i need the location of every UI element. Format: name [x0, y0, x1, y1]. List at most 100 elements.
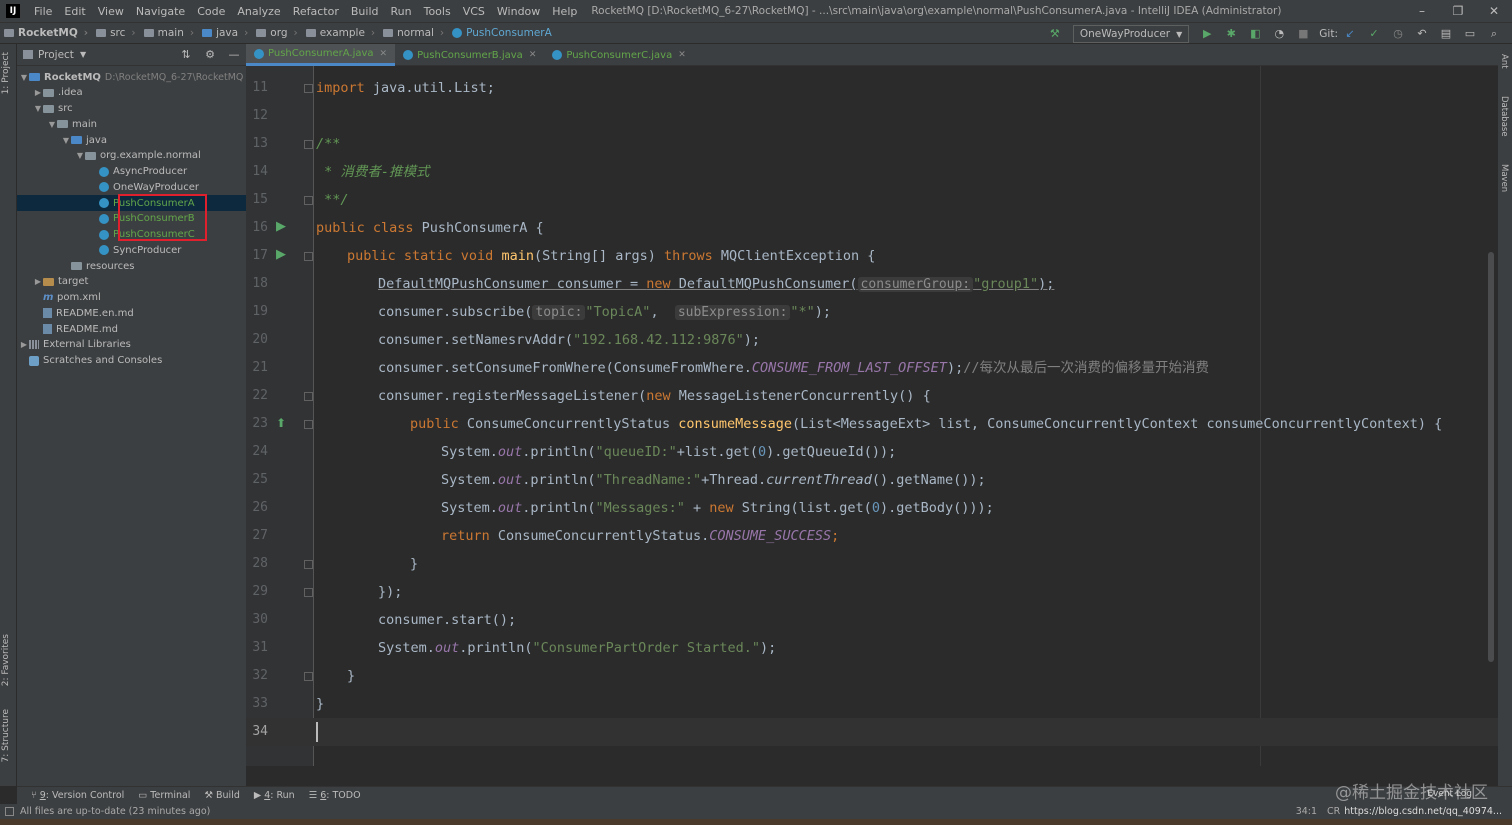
close-icon[interactable]: ✕ [380, 49, 388, 59]
caret-position[interactable]: 34:1 [1296, 806, 1317, 817]
breadcrumb-java[interactable]: java › [198, 27, 252, 39]
menu-tools[interactable]: Tools [418, 5, 457, 18]
ant-tool-tab[interactable]: Ant [1499, 54, 1509, 69]
breadcrumb-main[interactable]: main › [140, 27, 198, 39]
database-tool-tab[interactable]: Database [1499, 96, 1509, 137]
rollback-icon[interactable]: ↶ [1414, 26, 1430, 42]
profile-icon[interactable]: ◔ [1271, 26, 1287, 42]
line-separator-indicator[interactable]: CR [1327, 806, 1340, 817]
fold-icon[interactable] [304, 420, 313, 429]
minimize-button[interactable]: – [1404, 0, 1440, 22]
tree-item-pom-xml[interactable]: m pom.xml [17, 290, 246, 306]
menu-window[interactable]: Window [491, 5, 546, 18]
menu-navigate[interactable]: Navigate [130, 5, 191, 18]
chevron-right-icon[interactable]: ▶ [19, 340, 29, 349]
debug-icon[interactable]: ✱ [1223, 26, 1239, 42]
collapse-all-icon[interactable]: ⇅ [178, 47, 194, 63]
menu-code[interactable]: Code [191, 5, 231, 18]
menu-file[interactable]: File [28, 5, 58, 18]
fold-icon[interactable] [304, 672, 313, 681]
fold-icon[interactable] [304, 560, 313, 569]
menu-run[interactable]: Run [385, 5, 418, 18]
tree-item-onewayproducer[interactable]: OneWayProducer [17, 179, 246, 195]
breadcrumb-org[interactable]: org › [252, 27, 301, 39]
tree-item-java[interactable]: ▼ java [17, 132, 246, 148]
run-configuration-dropdown[interactable]: OneWayProducer ▼ [1072, 25, 1190, 43]
fold-icon[interactable] [304, 84, 313, 93]
fold-icon[interactable] [304, 588, 313, 597]
chevron-down-icon[interactable]: ▼ [19, 73, 29, 82]
menu-view[interactable]: View [92, 5, 130, 18]
chevron-down-icon[interactable]: ▼ [47, 120, 57, 129]
favorites-tool-tab[interactable]: 2: Favorites [1, 634, 11, 686]
chevron-down-icon[interactable]: ▼ [33, 104, 43, 113]
project-tool-tab[interactable]: 1: Project [1, 52, 11, 94]
git-update-icon[interactable]: ↙ [1342, 26, 1358, 42]
history-icon[interactable]: ◷ [1390, 26, 1406, 42]
chevron-down-icon[interactable]: ▼ [80, 50, 86, 59]
tree-item-main[interactable]: ▼ main [17, 116, 246, 132]
stop-icon[interactable]: ■ [1295, 26, 1311, 42]
tree-item-org-example-normal[interactable]: ▼ org.example.normal [17, 148, 246, 164]
run-tab[interactable]: ▶ 4: Run [254, 790, 295, 801]
menu-help[interactable]: Help [546, 5, 583, 18]
run-icon[interactable]: ▶ [1199, 26, 1215, 42]
fold-icon[interactable] [304, 392, 313, 401]
version-control-tab[interactable]: ⑂ 9: Version Control [31, 790, 124, 801]
fold-icon[interactable] [304, 140, 313, 149]
restore-button[interactable]: ❐ [1440, 0, 1476, 22]
menu-build[interactable]: Build [345, 5, 385, 18]
implements-method-icon[interactable]: ⬆ [276, 416, 286, 430]
tree-item-syncproducer[interactable]: SyncProducer [17, 242, 246, 258]
run-gutter-icon[interactable]: ▶ [276, 220, 286, 234]
tree-item-scratches-and-consoles[interactable]: Scratches and Consoles [17, 353, 246, 369]
chevron-right-icon[interactable]: ▶ [33, 88, 43, 97]
fold-icon[interactable] [304, 196, 313, 205]
breadcrumb-project[interactable]: RocketMQ › [0, 27, 92, 39]
close-icon[interactable]: ✕ [678, 50, 686, 60]
fold-icon[interactable] [304, 252, 313, 261]
coverage-icon[interactable]: ◧ [1247, 26, 1263, 42]
search-everywhere-icon[interactable]: ⌕ [1486, 26, 1502, 42]
code-editor[interactable]: 11 import java.util.List; 12 13 /** 14 *… [246, 66, 1498, 766]
tree-item-readme-en-md[interactable]: README.en.md [17, 305, 246, 321]
chevron-down-icon[interactable]: ▼ [61, 136, 71, 145]
breadcrumb-example[interactable]: example › [302, 27, 379, 39]
tree-item-target[interactable]: ▶ target [17, 274, 246, 290]
project-structure-icon[interactable]: ▤ [1438, 26, 1454, 42]
tab-pushconsumera[interactable]: PushConsumerA.java ✕ [246, 44, 396, 66]
maven-tool-tab[interactable]: Maven [1499, 164, 1509, 192]
tree-item-rocketmq[interactable]: ▼ RocketMQ D:\RocketMQ_6-27\RocketMQ [17, 69, 246, 85]
close-window-button[interactable]: ✕ [1476, 0, 1512, 22]
git-commit-icon[interactable]: ✓ [1366, 26, 1382, 42]
close-icon[interactable]: ✕ [529, 50, 537, 60]
hammer-icon[interactable]: ⚒ [1047, 26, 1063, 42]
structure-tool-tab[interactable]: 7: Structure [1, 709, 11, 763]
editor-scrollbar[interactable] [1488, 252, 1494, 662]
menu-vcs[interactable]: VCS [457, 5, 491, 18]
tree-item-external-libraries[interactable]: ▶ External Libraries [17, 337, 246, 353]
menu-edit[interactable]: Edit [58, 5, 91, 18]
gear-icon[interactable]: ⚙ [202, 47, 218, 63]
build-tab[interactable]: ⚒ Build [204, 790, 239, 801]
tree-item-src[interactable]: ▼ src [17, 101, 246, 117]
hide-panel-icon[interactable]: — [226, 47, 242, 63]
layout-icon[interactable]: ▭ [1462, 26, 1478, 42]
tree-item-readme-md[interactable]: README.md [17, 321, 246, 337]
menu-analyze[interactable]: Analyze [231, 5, 286, 18]
chevron-down-icon[interactable]: ▼ [75, 151, 85, 160]
breadcrumb-src[interactable]: src › [92, 27, 140, 39]
tree-item-resources[interactable]: resources [17, 258, 246, 274]
tab-pushconsumerc[interactable]: PushConsumerC.java ✕ [544, 44, 693, 66]
tree-item-asyncproducer[interactable]: AsyncProducer [17, 164, 246, 180]
todo-tab[interactable]: ☰ 6: TODO [309, 790, 361, 801]
breadcrumb-normal[interactable]: normal › [379, 27, 448, 39]
project-view-selector[interactable]: Project [38, 49, 74, 61]
run-gutter-icon[interactable]: ▶ [276, 248, 286, 262]
terminal-tab[interactable]: ▭ Terminal [138, 790, 190, 801]
tool-windows-toggle-icon[interactable] [5, 807, 14, 816]
tab-pushconsumerb[interactable]: PushConsumerB.java ✕ [395, 44, 544, 66]
chevron-right-icon[interactable]: ▶ [33, 277, 43, 286]
tree-item--idea[interactable]: ▶ .idea [17, 85, 246, 101]
menu-refactor[interactable]: Refactor [287, 5, 345, 18]
